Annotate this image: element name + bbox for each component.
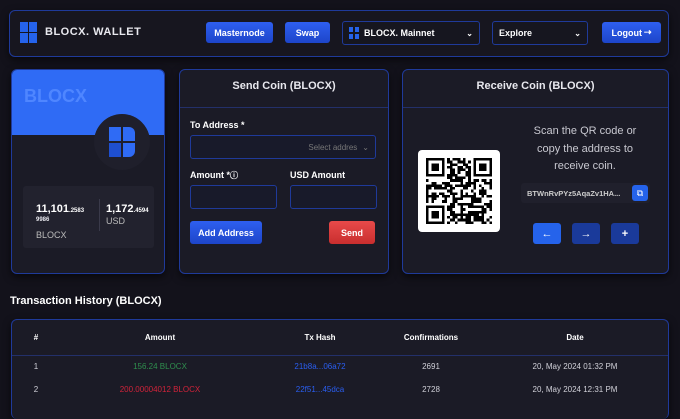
network-select[interactable]: BLOCX. Mainnet ⌄ — [342, 21, 480, 45]
to-address-placeholder: Select addres — [308, 142, 358, 152]
table-row: 1 156.24 BLOCX 21b8a...06a72 2691 20, May 20… — [12, 355, 668, 378]
explore-value: Explore — [499, 28, 533, 38]
amount-label: Amount *ⓘ — [190, 170, 238, 181]
blocx-balance-dec: .2583 — [69, 208, 85, 214]
history-title: Transaction History (BLOCX) — [10, 295, 162, 307]
usd-amount-label: USD Amount — [290, 170, 346, 180]
row-number: 2 — [33, 385, 39, 394]
explore-select[interactable]: Explore ⌄ — [492, 21, 588, 45]
row-tx-hash-link[interactable]: 22f51...45dca — [260, 378, 380, 401]
table-header-row: # Amount Tx Hash Confirmations Date — [12, 320, 668, 356]
table-row: 2 200.00004012 BLOCX 22f51...45dca 2728 20, … — [12, 378, 668, 401]
row-number: 1 — [33, 362, 39, 372]
arrow-right-icon: → — [580, 227, 592, 240]
new-address-button[interactable]: + — [611, 223, 639, 244]
brand-name: BLOCX. WALLET — [45, 26, 142, 38]
chevron-down-icon: ⌄ — [362, 142, 369, 152]
qr-code-image — [426, 158, 492, 224]
blocx-balance-dec2: 9986 — [36, 217, 50, 223]
usd-balance: 1,172.4594 — [106, 199, 149, 217]
amount-label-text: Amount * — [190, 170, 230, 180]
coin-avatar — [94, 114, 150, 170]
row-confirmations: 2728 — [422, 385, 440, 394]
arrow-left-icon: ← — [541, 227, 553, 240]
balance-box: 11,101.2583 9986 BLOCX 1,172.4594 USD — [23, 186, 154, 248]
row-amount: 156.24 BLOCX — [133, 362, 187, 372]
balance-card: BLOCX 11,101.2583 9986 BLOCX 1,172.4594 … — [11, 69, 165, 274]
col-number: # — [12, 320, 60, 356]
masternode-button[interactable]: Masternode — [206, 22, 273, 43]
plus-icon: + — [621, 227, 629, 240]
blocx-balance-int: 11,101 — [36, 203, 70, 215]
blocx-logo-icon — [109, 127, 135, 157]
address-box: BTWnRvPYz5AqaZv1HA... — [521, 183, 650, 203]
logout-icon: ⇢ — [643, 27, 652, 37]
history-table-card: # Amount Tx Hash Confirmations Date 1 156… — [11, 319, 669, 419]
next-address-button[interactable]: → — [572, 223, 600, 244]
col-amount: Amount — [60, 320, 260, 356]
copy-icon: ⧉ — [636, 187, 644, 198]
col-date: Date — [482, 320, 668, 356]
swap-button[interactable]: Swap — [285, 22, 330, 43]
network-value: BLOCX. Mainnet — [364, 28, 435, 38]
receive-instructions: Scan the QR code or copy the address to … — [533, 125, 637, 172]
chevron-down-icon: ⌄ — [574, 28, 581, 38]
qr-code — [418, 150, 500, 232]
col-confirmations: Confirmations — [380, 320, 482, 356]
add-address-button[interactable]: Add Address — [190, 221, 262, 244]
col-tx-hash: Tx Hash — [260, 320, 380, 356]
row-confirmations: 2691 — [422, 362, 440, 372]
blocx-logo-icon — [20, 22, 37, 43]
blocx-logo-icon — [349, 27, 359, 39]
coin-name-watermark: BLOCX — [24, 86, 87, 106]
divider — [180, 107, 388, 108]
divider — [99, 199, 100, 231]
row-date: 20, May 2024 12:31 PM — [532, 385, 618, 394]
previous-address-button[interactable]: ← — [533, 223, 561, 244]
usd-balance-int: 1,172 — [106, 203, 134, 215]
row-amount: 200.00004012 BLOCX — [119, 385, 201, 394]
copy-address-button[interactable]: ⧉ — [632, 185, 648, 201]
blocx-unit: BLOCX — [36, 230, 67, 240]
usd-balance-dec: .4594 — [133, 208, 149, 214]
send-button[interactable]: Send — [329, 221, 375, 244]
logout-button[interactable]: Logout ⇢ — [602, 22, 661, 43]
blocx-balance: 11,101.2583 — [36, 199, 84, 217]
logout-label: Logout — [611, 27, 642, 38]
amount-input[interactable] — [190, 185, 277, 209]
receive-title: Receive Coin (BLOCX) — [476, 80, 595, 92]
send-title: Send Coin (BLOCX) — [232, 80, 336, 92]
to-address-select[interactable]: Select addres ⌄ — [190, 135, 376, 159]
row-tx-hash-link[interactable]: 21b8a...06a72 — [260, 355, 380, 378]
divider — [403, 107, 668, 108]
to-address-label: To Address * — [190, 120, 245, 130]
wallet-address: BTWnRvPYz5AqaZv1HA... — [527, 188, 621, 198]
usd-unit: USD — [106, 216, 126, 226]
history-table: # Amount Tx Hash Confirmations Date 1 156… — [12, 320, 668, 401]
row-date: 20, May 2024 01:32 PM — [532, 362, 618, 372]
info-icon[interactable]: ⓘ — [230, 171, 238, 180]
usd-amount-input[interactable] — [290, 185, 377, 209]
chevron-down-icon: ⌄ — [466, 28, 473, 38]
